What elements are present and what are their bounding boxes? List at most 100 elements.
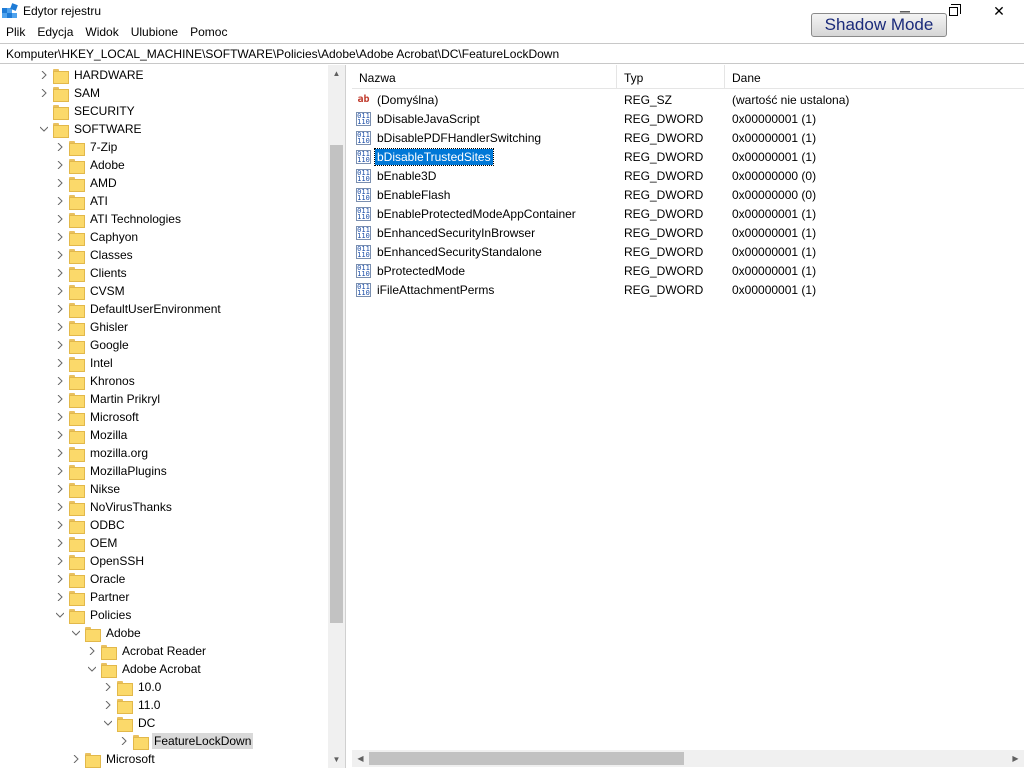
chevron-right-icon[interactable] [54, 210, 66, 228]
tree-item[interactable]: Mozilla [54, 426, 129, 444]
tree-item[interactable]: Adobe [54, 156, 127, 174]
value-row[interactable]: 011 110 bDisablePDFHandlerSwitching REG_DWO… [356, 128, 1008, 147]
chevron-right-icon[interactable] [54, 390, 66, 408]
tree-item[interactable]: Nikse [54, 480, 122, 498]
chevron-right-icon[interactable] [54, 354, 66, 372]
close-button[interactable]: ✕ [976, 0, 1022, 22]
scrollbar-thumb[interactable] [369, 752, 684, 765]
chevron-right-icon[interactable] [54, 498, 66, 516]
chevron-down-icon[interactable] [38, 120, 50, 138]
tree-item[interactable]: MozillaPlugins [54, 462, 169, 480]
tree-item[interactable]: Ghisler [54, 318, 130, 336]
chevron-right-icon[interactable] [54, 462, 66, 480]
tree-item[interactable]: OpenSSH [54, 552, 146, 570]
tree-item[interactable]: SOFTWARE [38, 120, 144, 138]
value-row[interactable]: 011 110 bDisableJavaScript REG_DWORD 0x00000… [356, 109, 1008, 128]
chevron-right-icon[interactable] [86, 642, 98, 660]
tree-item[interactable]: Microsoft [54, 408, 141, 426]
chevron-right-icon[interactable] [54, 264, 66, 282]
value-row[interactable]: 011 110 bEnhancedSecurityStandalone REG_DWO… [356, 242, 1008, 261]
value-row[interactable]: ab (Domyślna) REG_SZ (wartość nie ustalona) [356, 90, 1008, 109]
tree-item[interactable]: mozilla.org [54, 444, 150, 462]
tree-vertical-scrollbar[interactable]: ▲ ▼ [328, 65, 345, 768]
chevron-right-icon[interactable] [38, 66, 50, 84]
tree-item[interactable]: Caphyon [54, 228, 140, 246]
menu-item[interactable]: Pomoc [184, 22, 233, 42]
chevron-right-icon[interactable] [54, 372, 66, 390]
chevron-right-icon[interactable] [54, 192, 66, 210]
chevron-right-icon[interactable] [102, 678, 114, 696]
chevron-right-icon[interactable] [54, 336, 66, 354]
value-row[interactable]: 011 110 bEnableFlash REG_DWORD 0x00000000 (0… [356, 185, 1008, 204]
tree-item[interactable]: Google [54, 336, 131, 354]
tree-item[interactable]: Adobe [70, 624, 143, 642]
chevron-right-icon[interactable] [54, 282, 66, 300]
chevron-right-icon[interactable] [118, 732, 130, 750]
tree-item[interactable]: Martin Prikryl [54, 390, 162, 408]
chevron-right-icon[interactable] [102, 696, 114, 714]
scroll-up-icon[interactable]: ▲ [328, 65, 345, 82]
menu-item[interactable]: Plik [0, 22, 31, 42]
values-list[interactable]: Nazwa Typ Dane ab (Domyślna) REG_SZ (wartoś… [352, 65, 1024, 768]
scroll-down-icon[interactable]: ▼ [328, 751, 345, 768]
scroll-left-icon[interactable]: ◀ [352, 750, 369, 767]
chevron-down-icon[interactable] [102, 714, 114, 732]
chevron-right-icon[interactable] [54, 516, 66, 534]
chevron-right-icon[interactable] [54, 174, 66, 192]
shadow-mode-button[interactable]: Shadow Mode [811, 13, 947, 37]
chevron-right-icon[interactable] [54, 534, 66, 552]
tree-item[interactable]: ATI [54, 192, 110, 210]
tree-item[interactable]: NoVirusThanks [54, 498, 174, 516]
tree-item[interactable]: Khronos [54, 372, 137, 390]
tree-item[interactable]: FeatureLockDown [118, 732, 254, 750]
tree-item[interactable]: Clients [54, 264, 129, 282]
scroll-right-icon[interactable]: ▶ [1007, 750, 1024, 767]
chevron-right-icon[interactable] [54, 552, 66, 570]
chevron-down-icon[interactable] [86, 660, 98, 678]
tree-item[interactable]: Classes [54, 246, 135, 264]
scrollbar-thumb[interactable] [330, 145, 343, 623]
tree-item[interactable]: 7-Zip [54, 138, 119, 156]
tree-item[interactable]: Policies [54, 606, 133, 624]
tree-item[interactable]: SECURITY [38, 102, 137, 120]
tree-item[interactable]: Microsoft [70, 750, 157, 768]
chevron-right-icon[interactable] [54, 588, 66, 606]
tree-item[interactable]: Intel [54, 354, 115, 372]
chevron-right-icon[interactable] [54, 156, 66, 174]
tree-item[interactable]: ODBC [54, 516, 127, 534]
chevron-right-icon[interactable] [70, 750, 82, 768]
value-row[interactable]: 011 110 iFileAttachmentPerms REG_DWORD 0x000… [356, 280, 1008, 299]
tree-item[interactable]: 10.0 [102, 678, 163, 696]
chevron-right-icon[interactable] [54, 444, 66, 462]
tree-item[interactable]: Acrobat Reader [86, 642, 208, 660]
tree-item[interactable]: DC [102, 714, 157, 732]
menu-item[interactable]: Edycja [31, 22, 79, 42]
chevron-right-icon[interactable] [54, 300, 66, 318]
value-row[interactable]: 011 110 bProtectedMode REG_DWORD 0x00000001 … [356, 261, 1008, 280]
tree-item[interactable]: SAM [38, 84, 102, 102]
chevron-right-icon[interactable] [54, 570, 66, 588]
chevron-right-icon[interactable] [54, 138, 66, 156]
chevron-right-icon[interactable] [54, 246, 66, 264]
tree-item[interactable]: CVSM [54, 282, 127, 300]
tree-item[interactable]: Adobe Acrobat [86, 660, 203, 678]
tree-item[interactable]: HARDWARE [38, 66, 146, 84]
list-horizontal-scrollbar[interactable]: ◀ ▶ [352, 750, 1024, 767]
key-tree[interactable]: HARDWARE SAM SECURITY SOFTWARE 7-Zip Adobe AMD… [0, 65, 346, 768]
chevron-right-icon[interactable] [54, 426, 66, 444]
address-bar[interactable]: Komputer\HKEY_LOCAL_MACHINE\SOFTWARE\Pol… [0, 43, 1024, 64]
tree-item[interactable]: Partner [54, 588, 131, 606]
value-row[interactable]: 011 110 bEnableProtectedModeAppContainer RE… [356, 204, 1008, 223]
column-header-data[interactable]: Dane [725, 65, 1024, 89]
tree-item[interactable]: ATI Technologies [54, 210, 183, 228]
chevron-right-icon[interactable] [38, 84, 50, 102]
chevron-down-icon[interactable] [70, 624, 82, 642]
chevron-right-icon[interactable] [54, 480, 66, 498]
value-row[interactable]: 011 110 bEnhancedSecurityInBrowser REG_DWOR… [356, 223, 1008, 242]
tree-item[interactable]: 11.0 [102, 696, 162, 714]
tree-item[interactable]: Oracle [54, 570, 127, 588]
tree-item[interactable]: AMD [54, 174, 119, 192]
chevron-right-icon[interactable] [54, 228, 66, 246]
chevron-right-icon[interactable] [54, 408, 66, 426]
column-header-type[interactable]: Typ [617, 65, 725, 89]
